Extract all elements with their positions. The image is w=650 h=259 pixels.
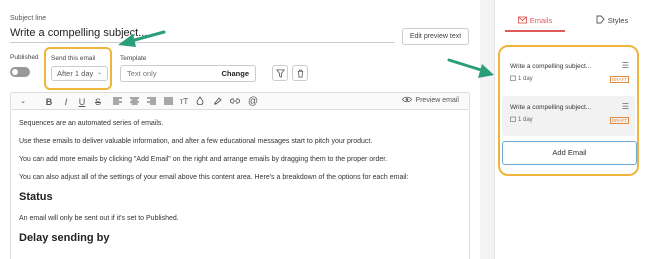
- arrow-icon: [447, 58, 494, 78]
- arrow-icon: [118, 30, 166, 47]
- annotation-arrows: [118, 30, 494, 78]
